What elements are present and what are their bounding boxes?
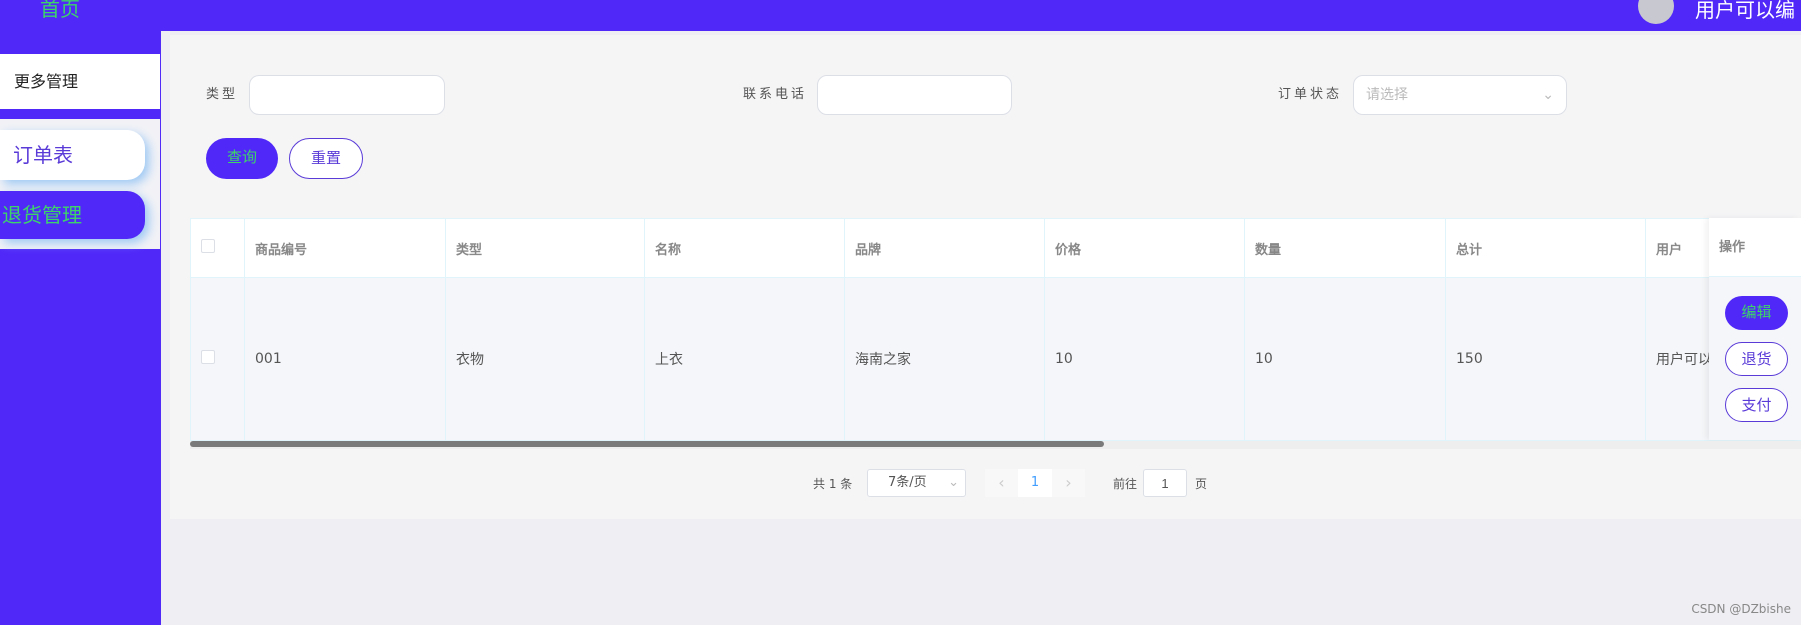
col-header: 数量 (1244, 218, 1446, 278)
cell-id: 001 (244, 277, 446, 441)
page-size-select[interactable]: 7条/页 ⌄ (867, 469, 966, 497)
cell-price: 10 (1044, 277, 1245, 441)
chevron-down-icon: ⌄ (1542, 87, 1554, 103)
status-placeholder: 请选择 (1366, 87, 1408, 103)
cell-user: 用户可以 (1645, 277, 1710, 441)
total-count: 共 1 条 (813, 477, 853, 491)
select-all-checkbox[interactable] (201, 239, 215, 253)
cell-brand: 海南之家 (844, 277, 1045, 441)
edit-button[interactable]: 编辑 (1725, 296, 1788, 330)
reset-button[interactable]: 重置 (289, 138, 363, 179)
cell-total: 150 (1445, 277, 1646, 441)
table-row: 001 衣物 上衣 海南之家 10 10 150 用户可以 (190, 277, 1801, 441)
page-suffix: 页 (1195, 477, 1208, 491)
phone-input[interactable] (817, 75, 1012, 115)
cell-name: 上衣 (644, 277, 845, 441)
type-label: 类型 (206, 87, 239, 102)
cell-qty: 10 (1244, 277, 1446, 441)
col-header: 商品编号 (244, 218, 446, 278)
status-select[interactable]: 请选择 ⌄ (1353, 75, 1567, 115)
col-header: 总计 (1445, 218, 1646, 278)
col-header: 名称 (644, 218, 845, 278)
cell-type: 衣物 (445, 277, 645, 441)
status-label: 订单状态 (1278, 87, 1343, 102)
sidebar: 首页 更多管理 订单表 退货管理 (0, 0, 161, 625)
row-checkbox[interactable] (201, 350, 215, 364)
pay-button[interactable]: 支付 (1725, 388, 1788, 422)
prev-page-button[interactable]: ‹ (985, 469, 1018, 497)
next-page-button[interactable]: › (1052, 469, 1085, 497)
col-header: 品牌 (844, 218, 1045, 278)
goto-page-input[interactable] (1143, 469, 1187, 497)
sidebar-item-orders[interactable]: 订单表 (0, 130, 145, 180)
query-button[interactable]: 查询 (206, 138, 278, 179)
scrollbar-thumb[interactable] (190, 441, 1104, 447)
col-header: 价格 (1044, 218, 1245, 278)
sidebar-item-home[interactable]: 首页 (0, 0, 120, 20)
chevron-down-icon: ⌄ (948, 475, 959, 490)
goto-label: 前往 (1113, 477, 1138, 491)
col-header: 类型 (445, 218, 645, 278)
actions-column: 操作 编辑 退货 支付 (1709, 218, 1801, 440)
sidebar-item-returns[interactable]: 退货管理 (0, 191, 145, 239)
col-header: 用户 (1645, 218, 1710, 278)
type-input[interactable] (249, 75, 445, 115)
horizontal-scrollbar[interactable] (190, 441, 1801, 449)
col-header-actions: 操作 (1709, 218, 1801, 277)
table-header: 商品编号 类型 名称 品牌 价格 数量 总计 用户 (190, 218, 1801, 278)
page-1[interactable]: 1 (1018, 469, 1052, 497)
sidebar-item-more[interactable]: 更多管理 (0, 54, 160, 109)
phone-label: 联系电话 (743, 87, 808, 102)
username[interactable]: 用户可以编 (1695, 0, 1795, 23)
top-header (161, 0, 1801, 31)
return-button[interactable]: 退货 (1725, 342, 1788, 376)
data-table: 商品编号 类型 名称 品牌 价格 数量 总计 用户 001 衣物 上衣 海南之家… (190, 218, 1801, 441)
page-size-value: 7条/页 (888, 475, 927, 490)
watermark: CSDN @DZbishe (1691, 602, 1791, 616)
